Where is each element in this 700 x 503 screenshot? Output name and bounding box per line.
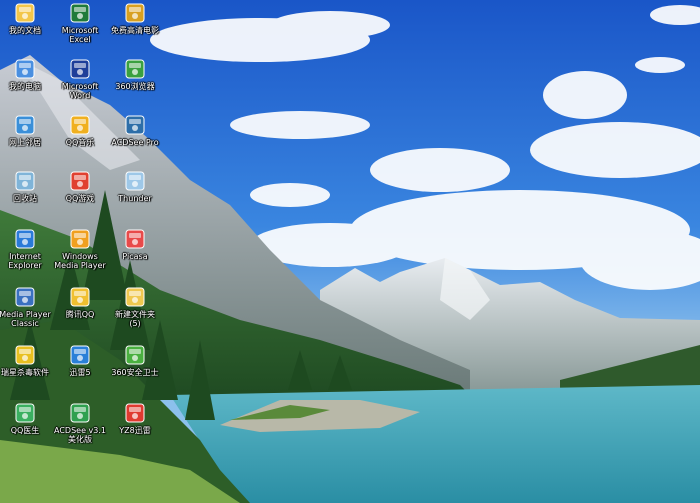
desktop-icon-label: ACDSee v3.1 美化版 <box>54 426 106 444</box>
desktop-icon-label: Microsoft Excel <box>61 26 99 44</box>
desktop-icon-label: 免费高清电影 <box>111 26 159 35</box>
desktop-icon-label: 网上邻居 <box>9 138 41 147</box>
desktop-icon-acdsee-31[interactable]: ACDSee v3.1 美化版 <box>52 402 108 444</box>
browser-icon <box>124 58 146 80</box>
desktop-icon-label: YZ8迅雷 <box>119 426 151 435</box>
desktop-icon-my-computer[interactable]: 我的电脑 <box>0 58 53 91</box>
desktop-icon-360-safe[interactable]: 360安全卫士 <box>107 344 163 377</box>
desktop-icon-label: ACDSee Pro <box>111 138 159 147</box>
desktop-icon-wmp[interactable]: Windows Media Player <box>52 228 108 270</box>
desktop-icon-tencent-qq[interactable]: 腾讯QQ <box>52 286 108 319</box>
ie-icon <box>14 228 36 250</box>
desktop-icon-label: QQ医生 <box>10 426 40 435</box>
doctor-shield-icon <box>14 402 36 424</box>
media-player-icon <box>69 228 91 250</box>
folder-documents-icon <box>14 2 36 24</box>
desktop-icon-label: Microsoft Word <box>61 82 99 100</box>
film-icon <box>124 2 146 24</box>
desktop-icon-excel[interactable]: Microsoft Excel <box>52 2 108 44</box>
picasa-icon <box>124 228 146 250</box>
desktop-icon-my-documents[interactable]: 我的文档 <box>0 2 53 35</box>
desktop-icon-ie[interactable]: Internet Explorer <box>0 228 53 270</box>
desktop-icon-label: 我的电脑 <box>9 82 41 91</box>
desktop-icon-xunlei-2[interactable]: YZ8迅雷 <box>107 402 163 435</box>
thunder-icon <box>69 344 91 366</box>
desktop-icon-label: Internet Explorer <box>8 252 42 270</box>
excel-icon <box>69 2 91 24</box>
qq-penguin-icon <box>69 286 91 308</box>
shield-icon <box>124 344 146 366</box>
desktop-icon-label: Picasa <box>122 252 148 261</box>
thunder-bird-icon <box>124 402 146 424</box>
desktop-icon-new-folder[interactable]: 新建文件夹 (5) <box>107 286 163 328</box>
desktop-icon-mpc[interactable]: Media Player Classic <box>0 286 53 328</box>
desktop-icon-label: Windows Media Player <box>54 252 106 270</box>
desktop-icon-label: QQ游戏 <box>65 194 95 203</box>
desktop-icon-hd-movies[interactable]: 免费高清电影 <box>107 2 163 35</box>
word-icon <box>69 58 91 80</box>
folder-icon <box>124 286 146 308</box>
desktop-icon-rising-av[interactable]: 瑞星杀毒软件 <box>0 344 53 377</box>
desktop-icon-acdsee-pro[interactable]: ACDSee Pro <box>107 114 163 147</box>
desktop-icon-label: Media Player Classic <box>0 310 51 328</box>
desktop-icon-picasa[interactable]: Picasa <box>107 228 163 261</box>
desktop-icon-network[interactable]: 网上邻居 <box>0 114 53 147</box>
desktop-icon-label: Thunder <box>118 194 152 203</box>
desktop-icon-label: 回收站 <box>13 194 37 203</box>
desktop-icon-xunlei[interactable]: 迅雷5 <box>52 344 108 377</box>
file-icon <box>124 170 146 192</box>
desktop-icon-recycle-bin[interactable]: 回收站 <box>0 170 53 203</box>
game-icon <box>69 170 91 192</box>
desktop-icon-360-browser[interactable]: 360浏览器 <box>107 58 163 91</box>
desktop-icon-label: 迅雷5 <box>69 368 91 377</box>
mpc-icon <box>14 286 36 308</box>
network-icon <box>14 114 36 136</box>
desktop-icon-qq-music[interactable]: QQ音乐 <box>52 114 108 147</box>
desktop-icon-word[interactable]: Microsoft Word <box>52 58 108 100</box>
music-icon <box>69 114 91 136</box>
acdsee-icon <box>124 114 146 136</box>
computer-icon <box>14 58 36 80</box>
antivirus-icon <box>14 344 36 366</box>
desktop-icon-label: 瑞星杀毒软件 <box>1 368 49 377</box>
desktop-icon-thunder-file[interactable]: Thunder <box>107 170 163 203</box>
desktop-icon-qq-doctor[interactable]: QQ医生 <box>0 402 53 435</box>
acdsee-eye-icon <box>69 402 91 424</box>
desktop-icon-label: 我的文档 <box>9 26 41 35</box>
desktop-icon-label: QQ音乐 <box>65 138 95 147</box>
desktop-icon-label: 360浏览器 <box>115 82 155 91</box>
desktop-icon-qq-games[interactable]: QQ游戏 <box>52 170 108 203</box>
recycle-bin-icon <box>14 170 36 192</box>
desktop-icon-label: 腾讯QQ <box>65 310 95 319</box>
desktop-icon-label: 新建文件夹 (5) <box>115 310 155 328</box>
desktop-icon-label: 360安全卫士 <box>111 368 159 377</box>
